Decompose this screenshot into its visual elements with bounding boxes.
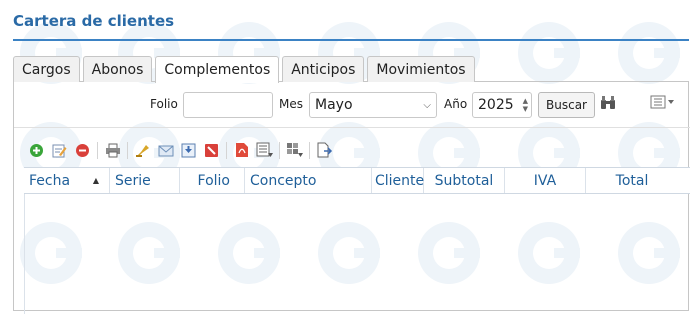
edit-icon[interactable] — [51, 142, 68, 159]
column-header-serie[interactable]: Serie — [110, 168, 180, 193]
filter-bar: Folio Mes Mayo ⌵ Año 2025 ▲ ▼ Buscar — [14, 90, 690, 118]
column-header-fecha[interactable]: Fecha ▲ — [24, 168, 110, 193]
watermark-logo-icon — [618, 22, 680, 84]
mes-value: Mayo — [315, 97, 353, 113]
toolbar-separator — [279, 141, 280, 159]
toolbar-separator — [226, 141, 227, 159]
toolbar-separator — [309, 141, 310, 159]
page-title: Cartera de clientes — [13, 12, 175, 30]
tab-panel: Folio Mes Mayo ⌵ Año 2025 ▲ ▼ Buscar Fec… — [13, 81, 690, 314]
tab-complementos[interactable]: Complementos — [155, 56, 280, 83]
column-header-total[interactable]: Total — [586, 168, 678, 193]
anio-spinner[interactable]: 2025 ▲ ▼ — [472, 92, 532, 118]
grid-header: Fecha ▲ Serie Folio Concepto Cliente Sub… — [24, 167, 690, 194]
mes-select[interactable]: Mayo ⌵ — [309, 92, 437, 118]
column-header-subtotal[interactable]: Subtotal — [424, 168, 505, 193]
folio-label: Folio — [150, 97, 178, 111]
watermark-logo-icon — [518, 22, 580, 84]
tab-bar: Cargos Abonos Complementos Anticipos Mov… — [13, 56, 478, 83]
download-icon[interactable] — [180, 142, 197, 159]
column-header-iva[interactable]: IVA — [505, 168, 586, 193]
document-export-icon[interactable] — [316, 142, 333, 159]
column-header-folio[interactable]: Folio — [180, 168, 245, 193]
stamp-icon[interactable] — [134, 142, 151, 159]
column-header-concepto[interactable]: Concepto — [245, 168, 372, 193]
toolbar-separator — [97, 141, 98, 159]
filter-divider — [14, 127, 690, 128]
search-button[interactable]: Buscar — [538, 92, 595, 118]
tab-cargos[interactable]: Cargos — [13, 56, 80, 82]
toolbar-separator — [127, 141, 128, 159]
spinner-arrows-icon[interactable]: ▲ ▼ — [523, 97, 528, 113]
binoculars-icon[interactable] — [600, 95, 616, 114]
list-icon[interactable] — [256, 142, 273, 159]
tab-anticipos[interactable]: Anticipos — [282, 56, 365, 82]
add-icon[interactable] — [28, 142, 45, 159]
grid-export-icon[interactable] — [286, 142, 303, 159]
chevron-down-icon: ⌵ — [423, 99, 431, 111]
delete-icon[interactable] — [74, 142, 91, 159]
print-icon[interactable] — [104, 142, 121, 159]
cancel-icon[interactable] — [203, 142, 220, 159]
tab-abonos[interactable]: Abonos — [82, 56, 153, 82]
anio-value: 2025 — [478, 97, 514, 113]
sort-ascending-icon: ▲ — [92, 176, 99, 185]
mes-label: Mes — [279, 97, 303, 111]
action-toolbar — [28, 140, 339, 160]
tab-movimientos[interactable]: Movimientos — [367, 56, 475, 82]
email-icon[interactable] — [157, 142, 174, 159]
pdf-icon[interactable] — [233, 142, 250, 159]
folio-input[interactable] — [183, 92, 273, 118]
grid-body — [24, 194, 690, 314]
anio-label: Año — [444, 97, 468, 111]
column-header-cliente[interactable]: Cliente — [372, 168, 424, 193]
column-menu-icon[interactable] — [650, 95, 676, 113]
title-divider — [13, 39, 689, 41]
